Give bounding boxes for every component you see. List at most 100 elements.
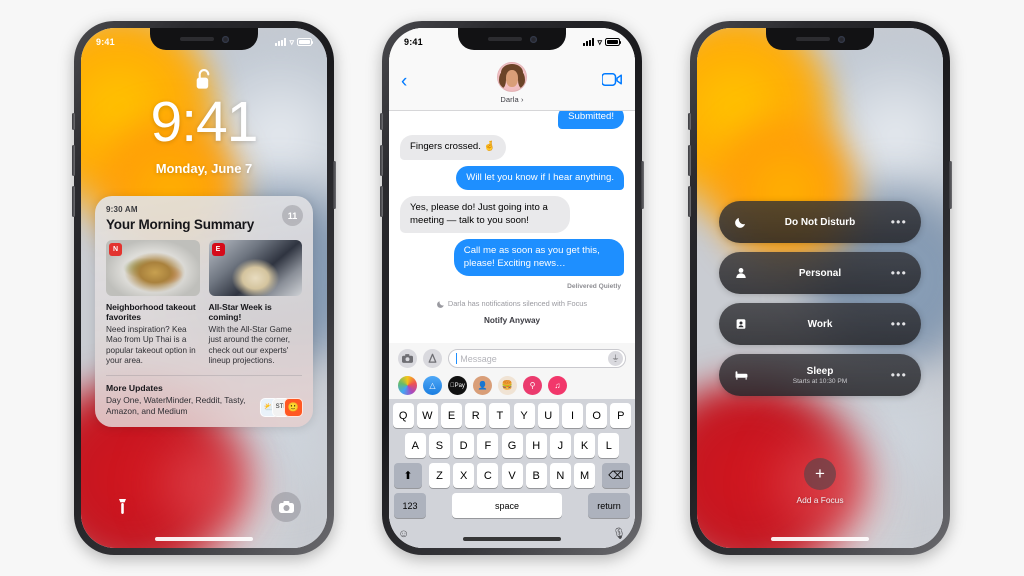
emoji-smiley-icon[interactable]: ☺	[398, 528, 409, 540]
apple-pay-icon[interactable]: Pay	[448, 376, 467, 395]
volume-down-button[interactable]	[72, 186, 75, 217]
notify-anyway-button[interactable]: Notify Anyway	[400, 316, 624, 325]
app-store-icon[interactable]: △	[423, 376, 442, 395]
wifi-icon: ▿	[289, 36, 294, 47]
key-l[interactable]: L	[598, 433, 620, 458]
add-focus-section[interactable]: + Add a Focus	[697, 458, 943, 505]
message-bubble[interactable]: Call me as soon as you get this, please!…	[453, 239, 624, 277]
summary-card[interactable]: N Neighborhood takeout favorites Need in…	[106, 240, 200, 367]
key-h[interactable]: H	[525, 433, 547, 458]
key-u[interactable]: U	[537, 403, 559, 428]
camera-button[interactable]	[271, 492, 301, 522]
volume-up-button[interactable]	[72, 145, 75, 176]
message-thread[interactable]: Submitted! Fingers crossed. 🤞 Will let y…	[389, 111, 635, 343]
key-m[interactable]: M	[574, 463, 596, 488]
contact-block[interactable]: Darla ›	[389, 52, 635, 104]
volume-down-button[interactable]	[380, 186, 383, 217]
onscreen-keyboard[interactable]: QWERTYUIOP ASDFGHJKL ⬆ ZXCVBNM ⌫ 123 spa…	[389, 399, 635, 525]
home-indicator[interactable]	[771, 537, 869, 541]
message-bubble[interactable]: Fingers crossed. 🤞	[400, 135, 506, 160]
keyboard-row-3: ⬆ ZXCVBNM ⌫	[391, 463, 633, 488]
power-button[interactable]	[949, 161, 952, 209]
key-e[interactable]: E	[441, 403, 463, 428]
power-button[interactable]	[333, 161, 336, 209]
focus-item-sleep[interactable]: Sleep Starts at 10:30 PM •••	[719, 354, 921, 396]
imessage-app-row[interactable]: △ Pay 👤 🍔 ⚲ ♫	[389, 373, 635, 399]
focus-label-text: Sleep	[806, 365, 834, 377]
key-x[interactable]: X	[453, 463, 475, 488]
volume-up-button[interactable]	[380, 145, 383, 176]
music-app-icon[interactable]: ♫	[548, 376, 567, 395]
apps-button[interactable]	[423, 349, 442, 368]
earpiece-speaker	[179, 37, 214, 41]
key-j[interactable]: J	[549, 433, 571, 458]
phone-messages: 9:41 ▿ ‹ Darla › Submitted! Fingers cros…	[380, 21, 644, 555]
phone-focus-modes: Do Not Disturb ••• Personal ••• Work •••…	[688, 21, 952, 555]
back-chevron-icon[interactable]: ‹	[401, 72, 407, 91]
key-p[interactable]: P	[610, 403, 632, 428]
numbers-key[interactable]: 123	[394, 493, 426, 518]
key-r[interactable]: R	[465, 403, 487, 428]
ellipsis-icon[interactable]: •••	[891, 216, 907, 228]
key-c[interactable]: C	[477, 463, 499, 488]
message-row: Call me as soon as you get this, please!…	[400, 239, 624, 277]
focus-item-work[interactable]: Work •••	[719, 303, 921, 345]
chevron-right-icon: ›	[521, 95, 524, 104]
shift-key[interactable]: ⬆	[394, 463, 422, 488]
lock-screen-display: 9:41 ▿ 9:41 Monday, June 7 9:30 AM Your …	[81, 28, 327, 548]
memoji-icon[interactable]: 👤	[473, 376, 492, 395]
backspace-key[interactable]: ⌫	[602, 463, 630, 488]
photos-app-icon[interactable]	[398, 376, 417, 395]
key-t[interactable]: T	[489, 403, 511, 428]
audio-waveform-icon[interactable]: ⏚	[608, 351, 623, 366]
key-w[interactable]: W	[416, 403, 438, 428]
key-z[interactable]: Z	[428, 463, 450, 488]
key-b[interactable]: B	[525, 463, 547, 488]
images-search-icon[interactable]: ⚲	[523, 376, 542, 395]
key-a[interactable]: A	[404, 433, 426, 458]
mute-switch[interactable]	[688, 113, 691, 130]
power-button[interactable]	[641, 161, 644, 209]
focus-schedule: Starts at 10:30 PM	[792, 377, 848, 385]
notification-summary-card[interactable]: 9:30 AM Your Morning Summary 11 N Neighb…	[95, 196, 313, 427]
microphone-icon[interactable]: 🎙	[612, 527, 626, 540]
avatar	[497, 62, 527, 92]
key-n[interactable]: N	[549, 463, 571, 488]
camera-button[interactable]	[398, 349, 417, 368]
messages-app: 9:41 ▿ ‹ Darla › Submitted! Fingers cros…	[389, 28, 635, 548]
mute-switch[interactable]	[72, 113, 75, 130]
ellipsis-icon[interactable]: •••	[891, 369, 907, 381]
key-g[interactable]: G	[501, 433, 523, 458]
home-indicator[interactable]	[463, 537, 561, 541]
message-input-field[interactable]: Message ⏚	[448, 349, 626, 368]
more-updates-section[interactable]: More Updates Day One, WaterMinder, Reddi…	[95, 376, 313, 427]
key-s[interactable]: S	[428, 433, 450, 458]
key-d[interactable]: D	[453, 433, 475, 458]
key-k[interactable]: K	[574, 433, 596, 458]
key-o[interactable]: O	[586, 403, 608, 428]
key-i[interactable]: I	[561, 403, 583, 428]
flashlight-button[interactable]	[107, 492, 137, 522]
return-key[interactable]: return	[588, 493, 630, 518]
message-bubble[interactable]: Submitted!	[558, 111, 624, 130]
video-camera-icon[interactable]	[602, 73, 622, 86]
card-headline: All-Star Week is coming!	[208, 302, 272, 323]
key-y[interactable]: Y	[513, 403, 535, 428]
ellipsis-icon[interactable]: •••	[891, 318, 907, 330]
key-f[interactable]: F	[477, 433, 499, 458]
home-indicator[interactable]	[155, 537, 253, 541]
key-v[interactable]: V	[501, 463, 523, 488]
plus-icon[interactable]: +	[804, 458, 836, 490]
volume-down-button[interactable]	[688, 186, 691, 217]
mute-switch[interactable]	[380, 113, 383, 130]
space-key[interactable]: space	[452, 493, 562, 518]
message-bubble[interactable]: Will let you know if I hear anything.	[456, 165, 624, 191]
volume-up-button[interactable]	[688, 145, 691, 176]
summary-card[interactable]: E All-Star Week is coming! With the All-…	[208, 240, 302, 367]
ellipsis-icon[interactable]: •••	[891, 267, 907, 279]
stickers-icon[interactable]: 🍔	[498, 376, 517, 395]
message-bubble[interactable]: Yes, please do! Just going into a meetin…	[400, 196, 571, 234]
focus-item-personal[interactable]: Personal •••	[719, 252, 921, 294]
focus-item-do-not-disturb[interactable]: Do Not Disturb •••	[719, 201, 921, 243]
key-q[interactable]: Q	[392, 403, 414, 428]
